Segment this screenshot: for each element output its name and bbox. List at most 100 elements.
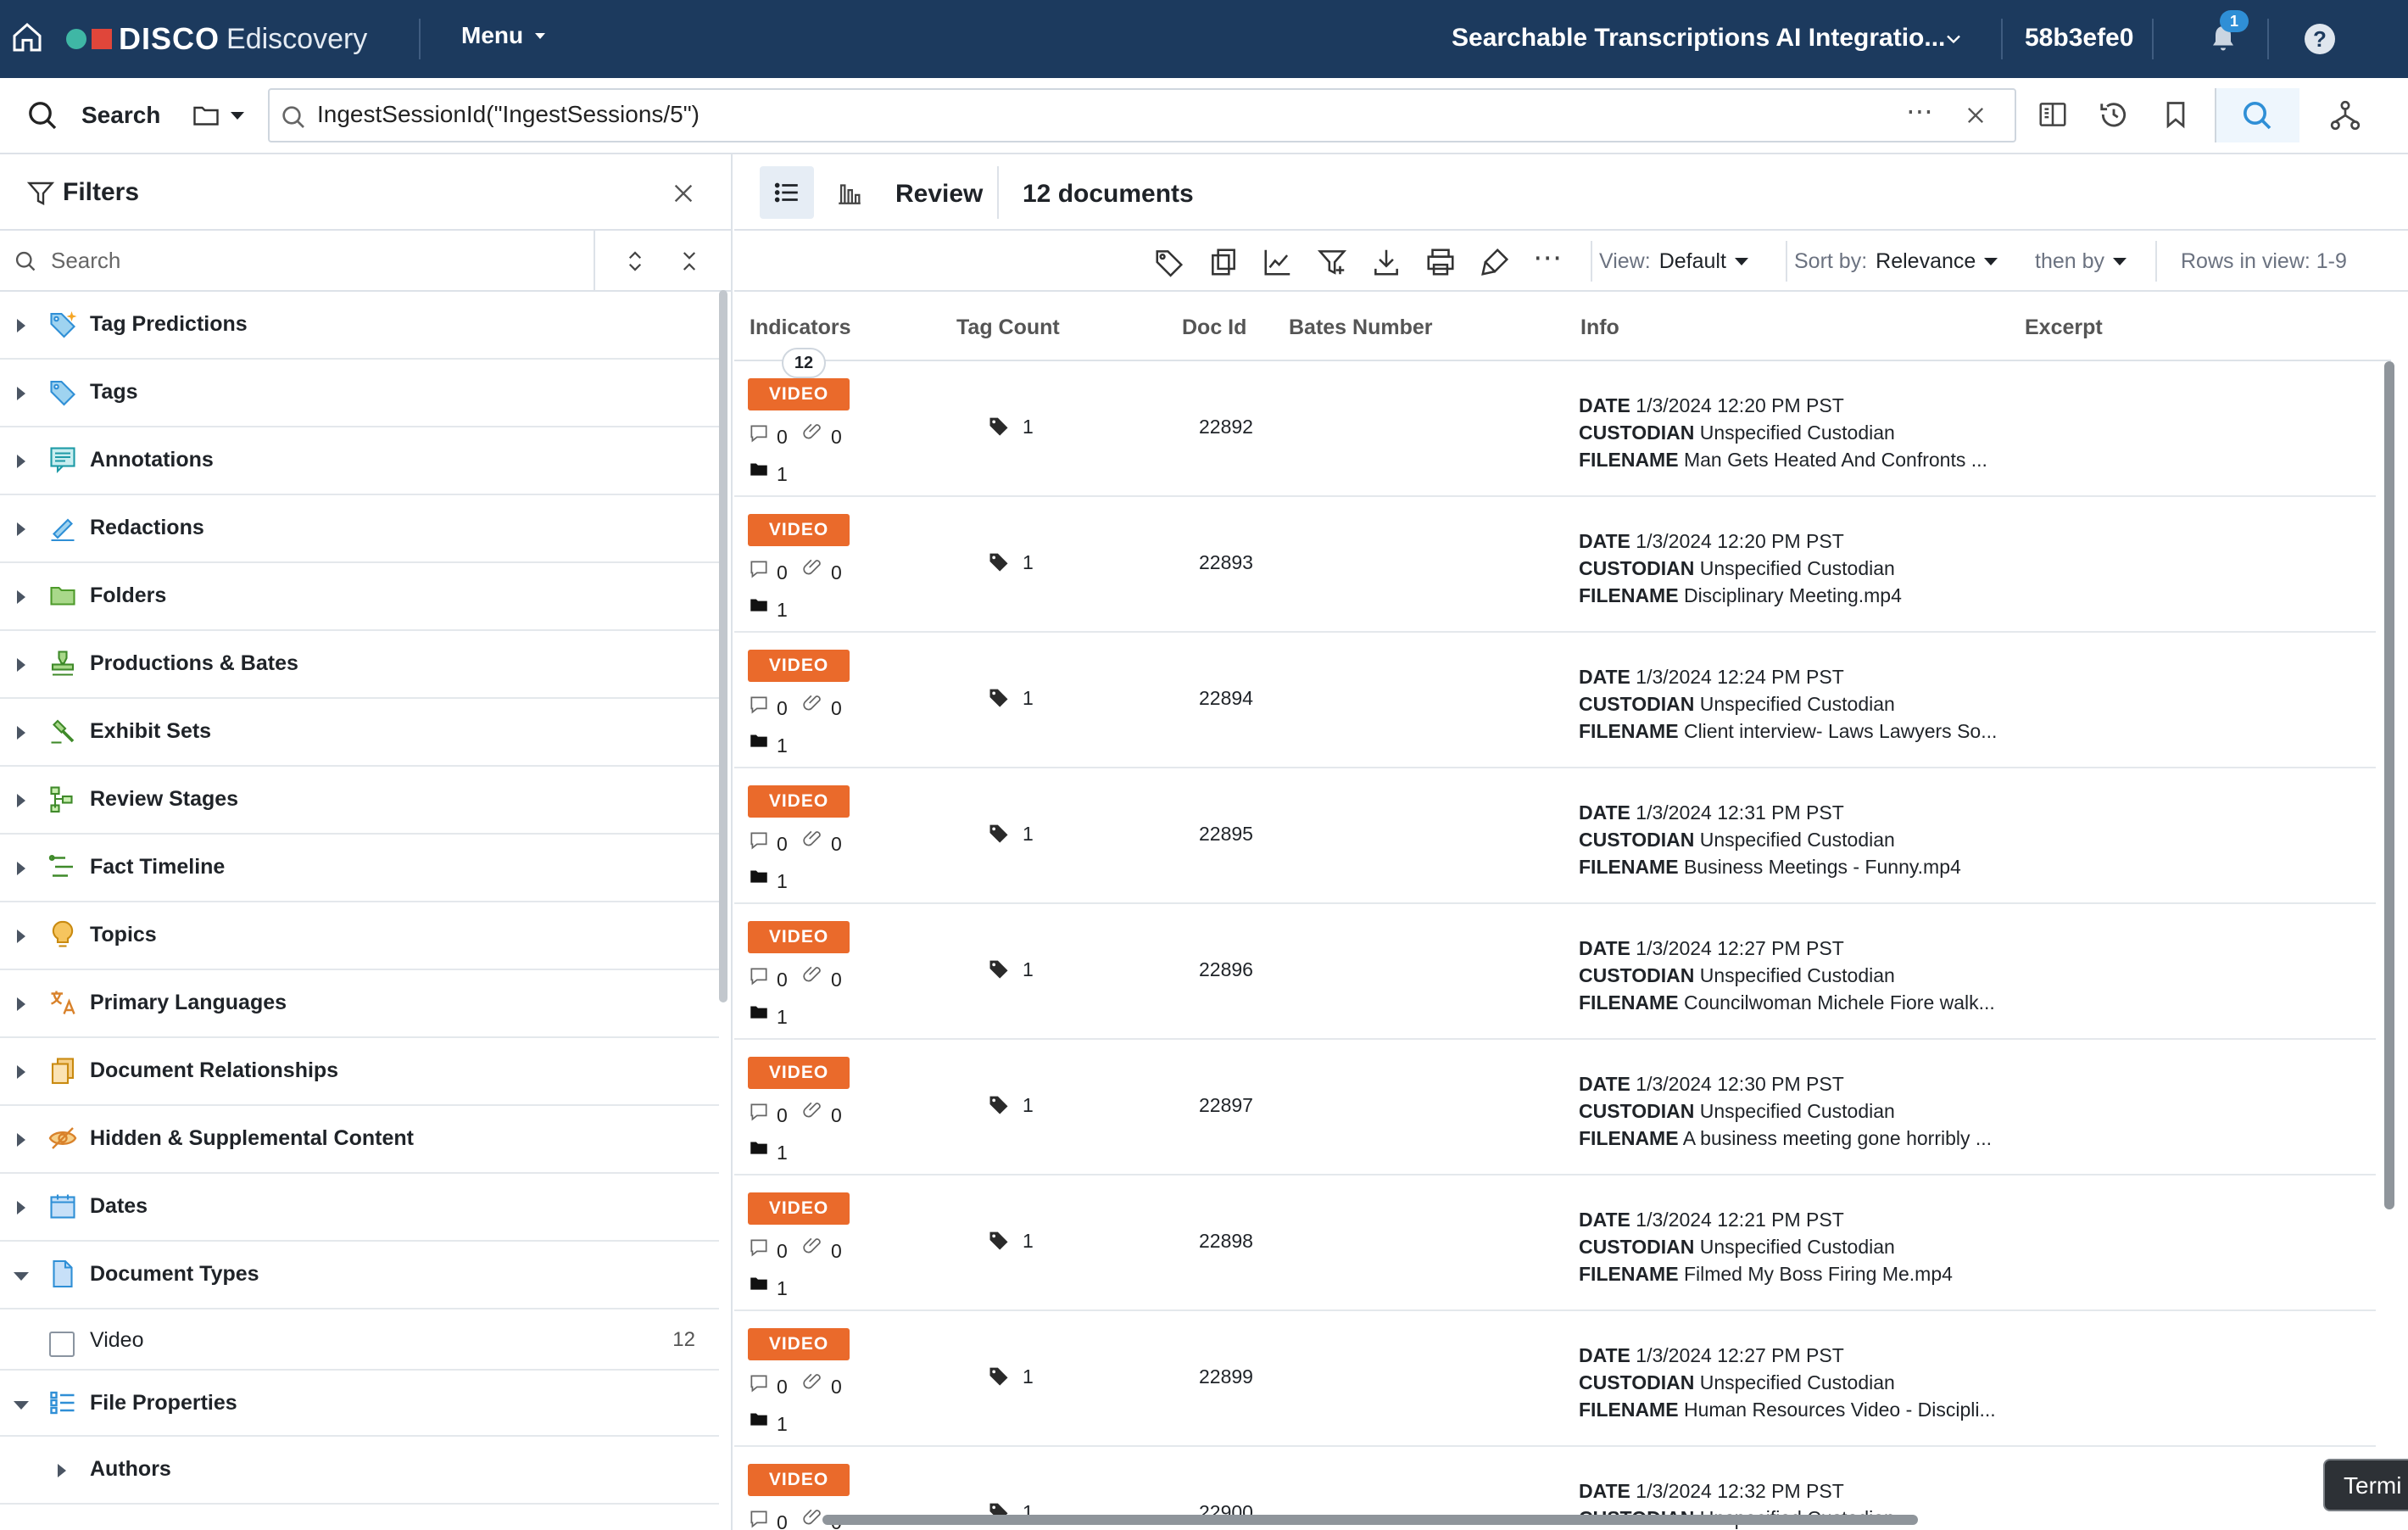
attachment-icon[interactable] bbox=[802, 828, 824, 850]
filter-redactions[interactable]: Redactions bbox=[0, 495, 719, 563]
comment-icon[interactable] bbox=[748, 1508, 770, 1530]
expand-all-icon[interactable] bbox=[622, 248, 648, 275]
filter-productions-bates[interactable]: Productions & Bates bbox=[0, 631, 719, 699]
comment-icon[interactable] bbox=[748, 1237, 770, 1259]
column-header-info[interactable]: Info bbox=[1580, 315, 1619, 340]
folder-icon[interactable] bbox=[748, 594, 770, 616]
document-type-video[interactable]: Video 12 bbox=[0, 1309, 719, 1369]
print-icon[interactable] bbox=[1424, 246, 1457, 278]
expand-arrow-icon[interactable] bbox=[17, 319, 25, 332]
tag-icon[interactable] bbox=[987, 1228, 1011, 1252]
expand-arrow-icon[interactable] bbox=[17, 387, 25, 400]
expand-arrow-icon[interactable] bbox=[17, 794, 25, 807]
expand-arrow-icon[interactable] bbox=[17, 590, 25, 604]
filter-document-relationships[interactable]: Document Relationships bbox=[0, 1038, 719, 1106]
doc-id[interactable]: 22899 bbox=[1199, 1365, 1253, 1388]
close-icon[interactable] bbox=[670, 180, 697, 207]
tag-icon[interactable] bbox=[987, 821, 1011, 845]
video-checkbox[interactable] bbox=[49, 1332, 75, 1357]
folder-icon[interactable] bbox=[190, 100, 222, 131]
folder-icon[interactable] bbox=[748, 1272, 770, 1294]
comment-icon[interactable] bbox=[748, 1101, 770, 1123]
attachment-icon[interactable] bbox=[802, 1371, 824, 1393]
folder-icon[interactable] bbox=[748, 1136, 770, 1159]
expand-arrow-icon[interactable] bbox=[58, 1464, 66, 1477]
table-row[interactable]: VIDEO 0 0 1 1 22897 DATE 1/3/2024 12:30 PM PST… bbox=[734, 1040, 2376, 1175]
collapse-arrow-icon[interactable] bbox=[14, 1272, 29, 1281]
attachment-icon[interactable] bbox=[802, 421, 824, 443]
doc-id[interactable]: 22892 bbox=[1199, 416, 1253, 438]
filter-folders[interactable]: Folders bbox=[0, 563, 719, 631]
filter-document-types[interactable]: Document Types bbox=[0, 1242, 719, 1309]
search-icon[interactable] bbox=[25, 98, 59, 132]
filter-annotations[interactable]: Annotations bbox=[0, 427, 719, 495]
doc-id[interactable]: 22897 bbox=[1199, 1094, 1253, 1117]
comment-icon[interactable] bbox=[748, 965, 770, 987]
collapse-arrow-icon[interactable] bbox=[14, 1401, 29, 1410]
vertical-scrollbar[interactable] bbox=[2384, 361, 2394, 1209]
comment-icon[interactable] bbox=[748, 1372, 770, 1394]
clear-icon[interactable] bbox=[1964, 103, 1987, 127]
filter-tag-predictions[interactable]: Tag Predictions bbox=[0, 292, 719, 360]
attachment-icon[interactable] bbox=[802, 692, 824, 714]
chart-view-button[interactable] bbox=[824, 166, 875, 219]
sort-selector[interactable]: Sort by: Relevance bbox=[1794, 249, 1998, 274]
table-row[interactable]: VIDEO 0 0 1 1 22896 DATE 1/3/2024 12:27 PM PST… bbox=[734, 904, 2376, 1040]
doc-id[interactable]: 22898 bbox=[1199, 1230, 1253, 1253]
tag-icon[interactable] bbox=[987, 957, 1011, 980]
attachment-icon[interactable] bbox=[802, 1099, 824, 1121]
filter-primary-languages[interactable]: Primary Languages bbox=[0, 970, 719, 1038]
download-icon[interactable] bbox=[1370, 246, 1402, 278]
table-row[interactable]: VIDEO 0 0 1 1 22898 DATE 1/3/2024 12:21 PM PST… bbox=[734, 1175, 2376, 1311]
chevron-down-icon[interactable] bbox=[1942, 27, 1965, 51]
analytics-icon[interactable] bbox=[1262, 246, 1294, 278]
project-selector[interactable]: Searchable Transcriptions AI Integratio.… bbox=[1452, 24, 1945, 53]
expand-arrow-icon[interactable] bbox=[17, 862, 25, 875]
filter-fact-timeline[interactable]: Fact Timeline bbox=[0, 835, 719, 902]
bookmark-icon[interactable] bbox=[2160, 98, 2191, 131]
view-selector[interactable]: View: Default bbox=[1599, 249, 1748, 274]
doc-id[interactable]: 22896 bbox=[1199, 958, 1253, 981]
attachment-icon[interactable] bbox=[802, 556, 824, 578]
expand-arrow-icon[interactable] bbox=[17, 930, 25, 943]
comment-icon[interactable] bbox=[748, 422, 770, 444]
folder-icon[interactable] bbox=[748, 458, 770, 480]
tag-icon[interactable] bbox=[987, 414, 1011, 438]
more-options-icon[interactable]: ⋯ bbox=[1906, 95, 1935, 127]
table-row[interactable]: VIDEO 0 0 1 1 22895 DATE 1/3/2024 12:31 PM PST… bbox=[734, 768, 2376, 904]
table-row[interactable]: VIDEO 0 0 1 1 22894 DATE 1/3/2024 12:24 PM PST… bbox=[734, 633, 2376, 768]
expand-arrow-icon[interactable] bbox=[17, 658, 25, 672]
table-row[interactable]: VIDEO 0 0 1 1 22893 DATE 1/3/2024 12:20 PM PST… bbox=[734, 497, 2376, 633]
folder-icon[interactable] bbox=[748, 1408, 770, 1430]
filter-dates[interactable]: Dates bbox=[0, 1174, 719, 1242]
user-id[interactable]: 58b3efe0 bbox=[2025, 24, 2133, 53]
expand-arrow-icon[interactable] bbox=[17, 1133, 25, 1147]
then-by-selector[interactable]: then by bbox=[2035, 249, 2127, 274]
filter-add-icon[interactable] bbox=[1316, 246, 1348, 278]
tag-icon[interactable] bbox=[987, 1364, 1011, 1388]
filter-tags[interactable]: Tags bbox=[0, 360, 719, 427]
expand-arrow-icon[interactable] bbox=[17, 1065, 25, 1079]
disco-logo[interactable]: DISCO Ediscovery bbox=[66, 19, 367, 59]
chevron-down-icon[interactable] bbox=[231, 112, 244, 120]
more-actions-icon[interactable]: ⋯ bbox=[1533, 241, 1564, 275]
filter-exhibit-sets[interactable]: Exhibit Sets bbox=[0, 699, 719, 767]
help-icon[interactable]: ? bbox=[2305, 24, 2335, 54]
doc-id[interactable]: 22895 bbox=[1199, 823, 1253, 846]
filter-authors[interactable]: Authors bbox=[0, 1437, 719, 1505]
hierarchy-icon[interactable] bbox=[2328, 98, 2362, 132]
copy-to-folder-icon[interactable] bbox=[1207, 246, 1240, 278]
column-header-doc-id[interactable]: Doc Id bbox=[1182, 315, 1246, 340]
folder-icon[interactable] bbox=[748, 1001, 770, 1023]
tag-icon[interactable] bbox=[987, 1092, 1011, 1116]
expand-arrow-icon[interactable] bbox=[17, 997, 25, 1011]
column-header-indicators[interactable]: Indicators bbox=[750, 315, 850, 340]
folder-icon[interactable] bbox=[748, 729, 770, 751]
collapse-all-icon[interactable] bbox=[677, 248, 702, 275]
comment-icon[interactable] bbox=[748, 694, 770, 716]
expand-arrow-icon[interactable] bbox=[17, 455, 25, 468]
comment-icon[interactable] bbox=[748, 829, 770, 852]
search-query-text[interactable]: IngestSessionId("IngestSessions/5") bbox=[317, 101, 700, 128]
redact-tool-icon[interactable] bbox=[1479, 246, 1511, 278]
attachment-icon[interactable] bbox=[802, 963, 824, 986]
